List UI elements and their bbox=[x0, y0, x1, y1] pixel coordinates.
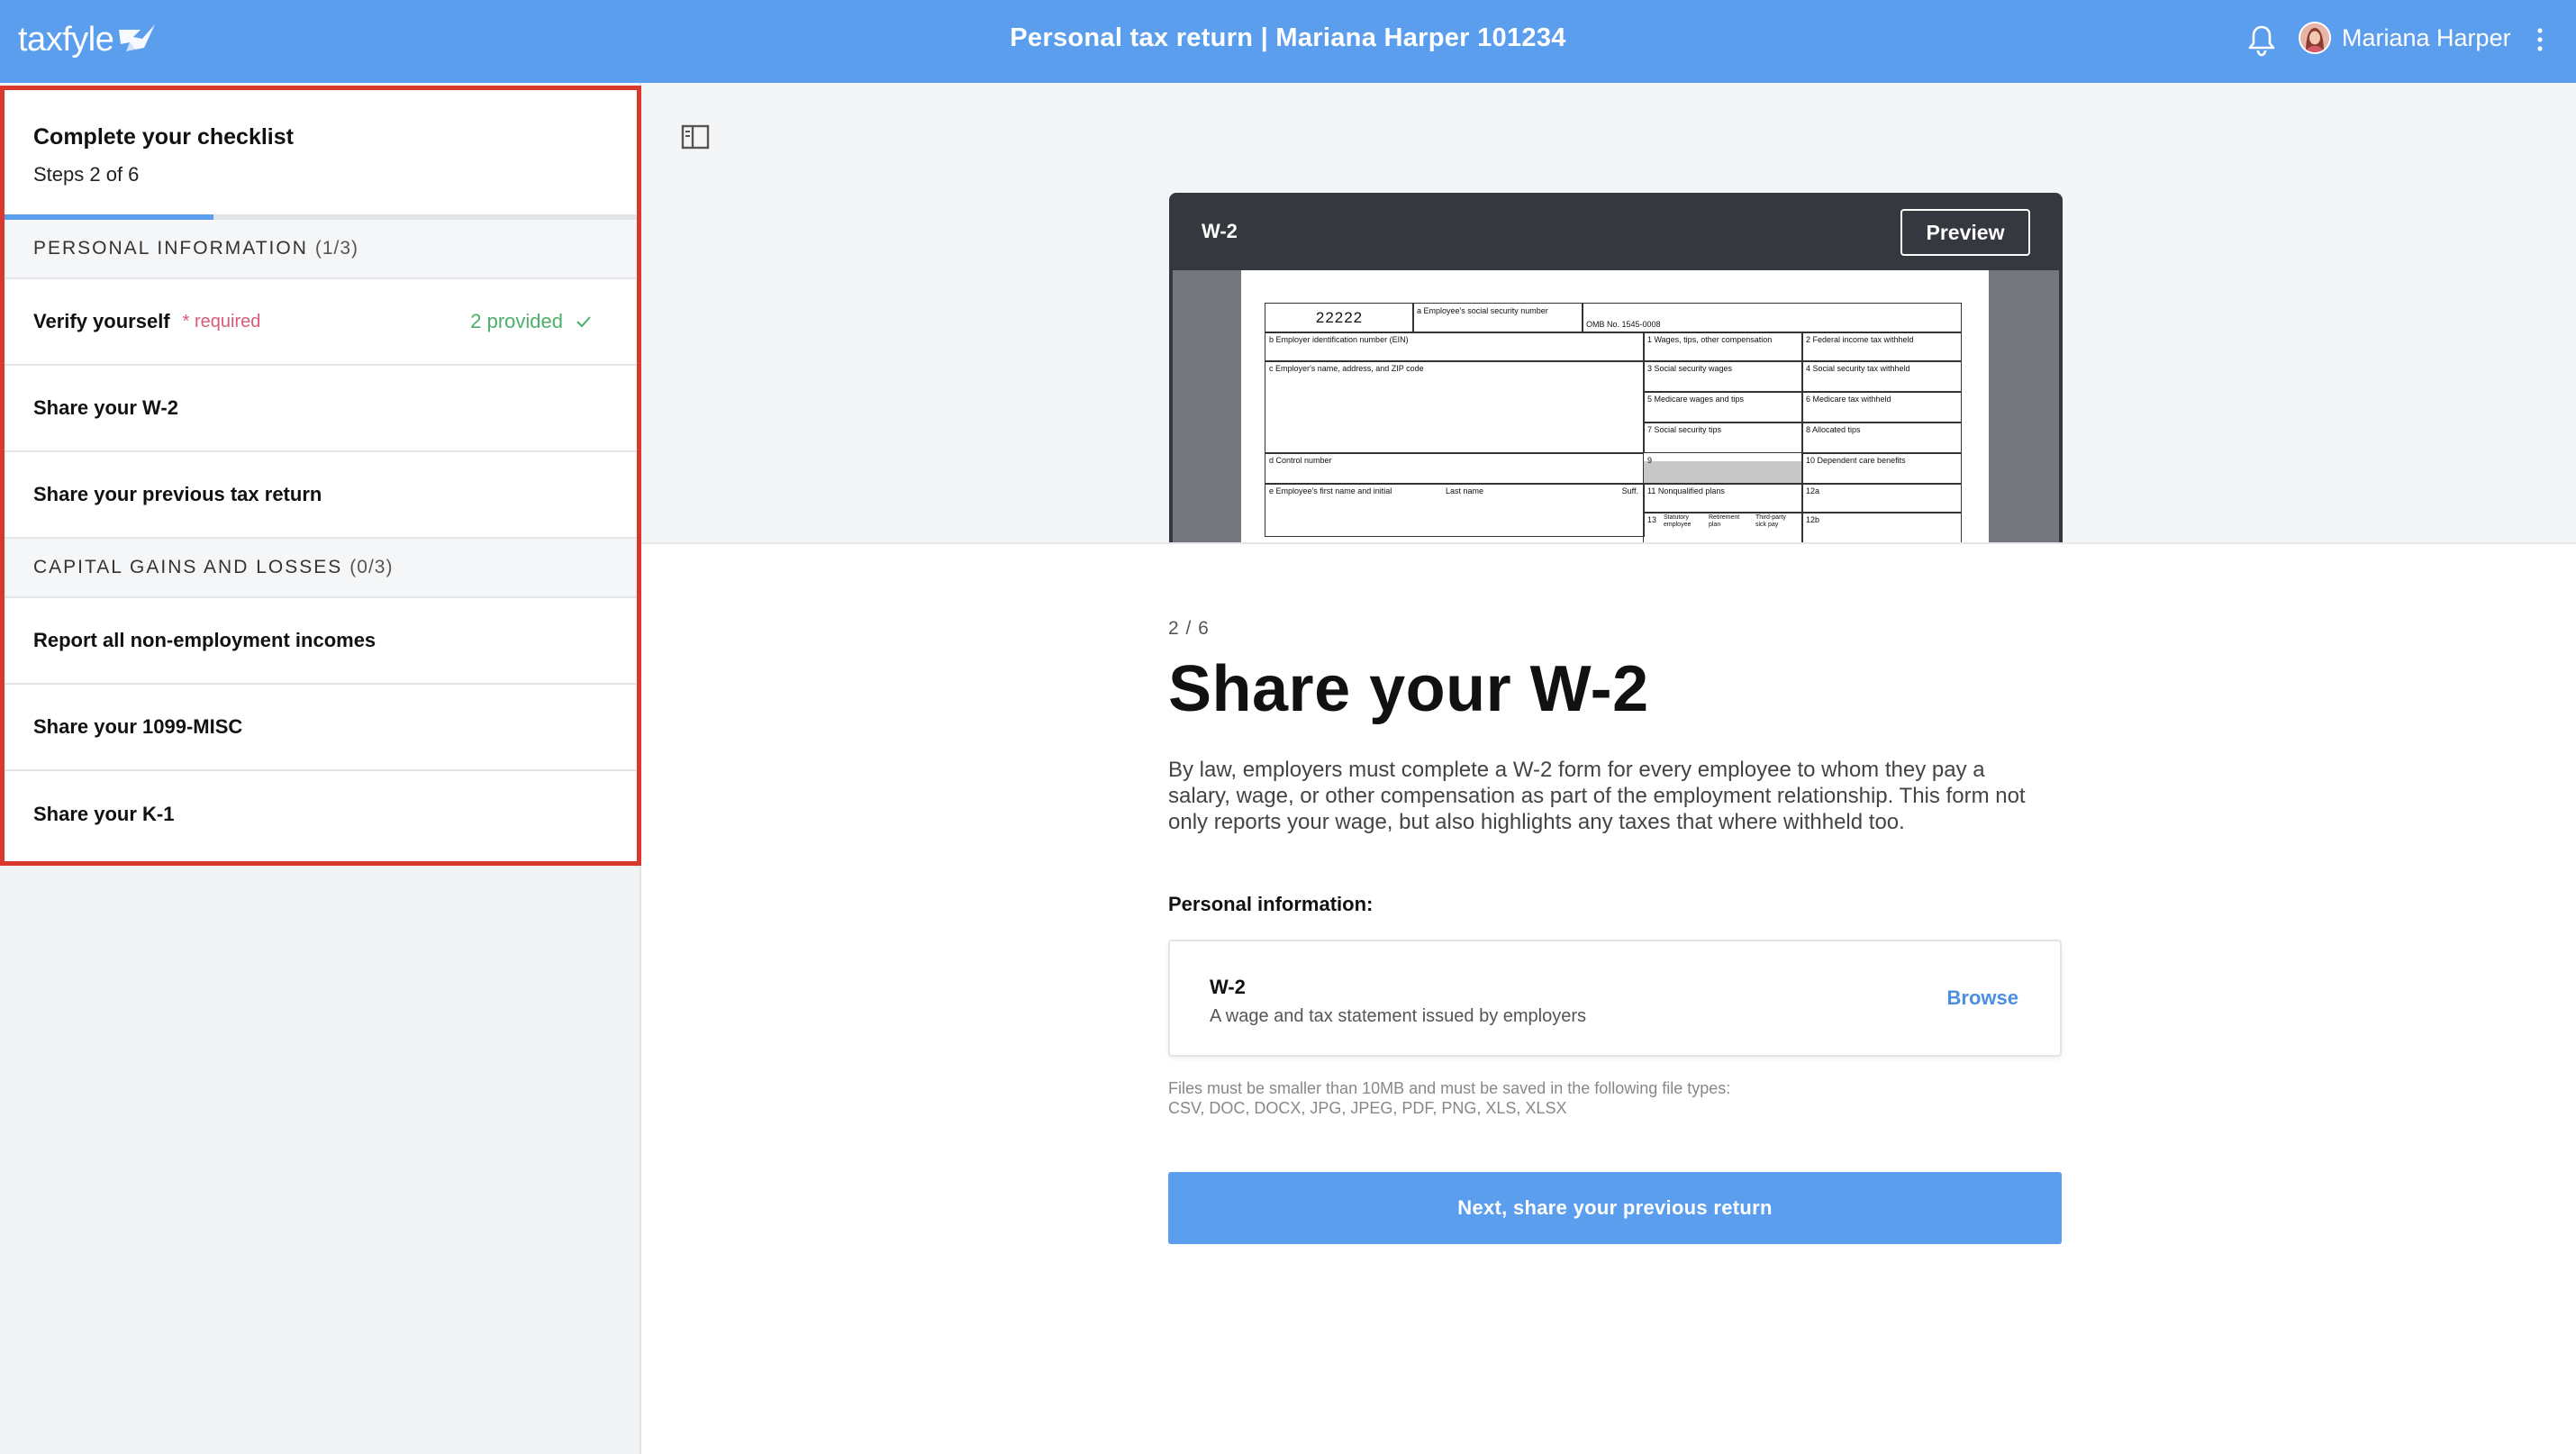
form-statutory: Statutory employee bbox=[1664, 514, 1692, 529]
checklist-item-k1[interactable]: Share your K-1 bbox=[5, 771, 637, 858]
section-count: (1/3) bbox=[314, 238, 359, 259]
w2-upload-card: W-2 A wage and tax statement issued by e… bbox=[1168, 940, 2062, 1057]
form-box9: 9 bbox=[1643, 452, 1803, 485]
provided-status-label: 2 provided bbox=[470, 310, 563, 332]
intro-text: By law, employers must complete a W-2 fo… bbox=[1168, 758, 2026, 834]
form-box5: 5 Medicare wages and tips bbox=[1643, 391, 1803, 423]
form-employer: c Employer's name, address, and ZIP code bbox=[1265, 360, 1645, 454]
form-employee-label: e Employee's first name and initial bbox=[1269, 486, 1392, 495]
preview-button[interactable]: Preview bbox=[1900, 209, 2030, 256]
section-label-personal-info: Personal information: bbox=[1168, 893, 1374, 915]
form-code: 22222 bbox=[1265, 303, 1414, 333]
checklist-item-label: Share your K-1 bbox=[33, 803, 175, 825]
checklist-item-1099-misc[interactable]: Share your 1099-MISC bbox=[5, 685, 637, 771]
toggle-sidebar-icon[interactable] bbox=[681, 124, 710, 150]
checklist-item-previous-tax-return[interactable]: Share your previous tax return bbox=[5, 452, 637, 539]
section-label: PERSONAL INFORMATION bbox=[33, 238, 308, 259]
document-card: W-2 Preview 22222 a Employee's social se… bbox=[1169, 193, 2063, 542]
checklist-sidebar: Complete your checklist Steps 2 of 6 PER… bbox=[0, 83, 641, 1454]
upload-doc-name: W-2 bbox=[1210, 976, 1246, 998]
step-counter: 2 / 6 bbox=[1168, 618, 1210, 639]
checklist-item-label: Share your 1099-MISC bbox=[33, 715, 243, 738]
form-employee: e Employee's first name and initial Last… bbox=[1265, 483, 1645, 537]
checklist-item-label: Verify yourself bbox=[33, 310, 170, 332]
file-types-note: CSV, DOC, DOCX, JPG, JPEG, PDF, PNG, XLS… bbox=[1168, 1099, 1567, 1117]
form-box1: 1 Wages, tips, other compensation bbox=[1643, 332, 1803, 362]
checklist-item-label: Share your previous tax return bbox=[33, 483, 322, 505]
upload-doc-description: A wage and tax statement issued by emplo… bbox=[1210, 1006, 1587, 1026]
more-options-icon[interactable] bbox=[2535, 25, 2545, 54]
form-last-name: Last name bbox=[1446, 486, 1484, 495]
form-box6: 6 Medicare tax withheld bbox=[1801, 391, 1962, 423]
form-ssn: a Employee's social security number bbox=[1412, 303, 1583, 333]
section-capital-gains: CAPITAL GAINS AND LOSSES (0/3) bbox=[5, 539, 637, 598]
form-box10: 10 Dependent care benefits bbox=[1801, 452, 1962, 485]
form-box4: 4 Social security tax withheld bbox=[1801, 360, 1962, 393]
required-tag: * required bbox=[182, 311, 261, 332]
form-box12a: 12a bbox=[1801, 483, 1962, 513]
next-step-button[interactable]: Next, share your previous return bbox=[1168, 1172, 2062, 1244]
top-bar: taxfyle Personal tax return | Mariana Ha… bbox=[0, 0, 2576, 83]
checklist-item-label: Share your W-2 bbox=[33, 396, 178, 419]
checkmark-icon bbox=[576, 316, 591, 328]
form-box13-label: 13 bbox=[1647, 515, 1657, 524]
checklist-panel: Complete your checklist Steps 2 of 6 PER… bbox=[0, 86, 641, 866]
checklist-item-verify-yourself[interactable]: Verify yourself * required 2 provided bbox=[5, 279, 637, 366]
form-box2: 2 Federal income tax withheld bbox=[1801, 332, 1962, 362]
document-viewer: 22222 a Employee's social security numbe… bbox=[1173, 270, 2059, 542]
notification-bell-icon[interactable] bbox=[2246, 23, 2277, 58]
form-third-party: Third-party sick pay bbox=[1755, 514, 1786, 529]
file-size-note: Files must be smaller than 10MB and must… bbox=[1168, 1079, 1731, 1097]
checklist-item-share-w2[interactable]: Share your W-2 bbox=[5, 366, 637, 452]
form-box12b: 12b bbox=[1801, 512, 1962, 542]
form-omb: OMB No. 1545-0008 bbox=[1582, 303, 1962, 333]
provided-status: 2 provided bbox=[470, 310, 592, 333]
page-header-title: Personal tax return | Mariana Harper 101… bbox=[1010, 23, 1566, 52]
section-personal-information: PERSONAL INFORMATION (1/3) bbox=[5, 220, 637, 279]
form-ein: b Employer identification number (EIN) bbox=[1265, 332, 1645, 362]
checklist-title: Complete your checklist bbox=[33, 124, 294, 150]
form-retirement: Retirement plan bbox=[1709, 514, 1740, 529]
checklist-item-non-employment-incomes[interactable]: Report all non-employment incomes bbox=[5, 598, 637, 685]
user-name[interactable]: Mariana Harper bbox=[2342, 24, 2511, 52]
form-suffix: Suff. bbox=[1621, 486, 1638, 495]
section-count: (0/3) bbox=[349, 557, 394, 577]
document-preview-area: W-2 Preview 22222 a Employee's social se… bbox=[641, 83, 2576, 544]
checklist-steps: Steps 2 of 6 bbox=[33, 163, 140, 186]
form-box8: 8 Allocated tips bbox=[1801, 422, 1962, 454]
main-content: W-2 Preview 22222 a Employee's social se… bbox=[641, 83, 2576, 1454]
file-requirements-note: Files must be smaller than 10MB and must… bbox=[1168, 1078, 2062, 1118]
avatar-photo-icon bbox=[2300, 23, 2329, 52]
page-title: Share your W-2 bbox=[1168, 653, 1649, 725]
form-control: d Control number bbox=[1265, 452, 1645, 485]
form-box7: 7 Social security tips bbox=[1643, 422, 1803, 454]
form-box11: 11 Nonqualified plans bbox=[1643, 483, 1803, 513]
w2-form-page: 22222 a Employee's social security numbe… bbox=[1241, 270, 1989, 542]
section-label: CAPITAL GAINS AND LOSSES bbox=[33, 557, 343, 577]
form-box13: 13 Statutory employee Retirement plan Th… bbox=[1643, 512, 1803, 542]
form-box3: 3 Social security wages bbox=[1643, 360, 1803, 393]
checklist-item-label: Report all non-employment incomes bbox=[33, 629, 376, 651]
document-label: W-2 bbox=[1202, 220, 1238, 242]
browse-button[interactable]: Browse bbox=[1947, 986, 2018, 1010]
user-avatar[interactable] bbox=[2299, 22, 2331, 54]
checklist-header: Complete your checklist Steps 2 of 6 bbox=[5, 90, 637, 220]
step-content: 2 / 6 Share your W-2 By law, employers m… bbox=[1168, 618, 2062, 1244]
checklist-progress-bar bbox=[5, 214, 213, 220]
